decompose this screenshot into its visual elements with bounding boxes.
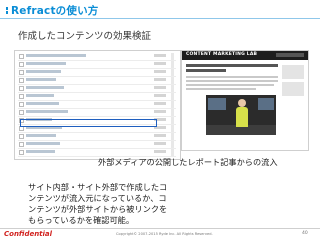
article-text-line	[186, 84, 274, 86]
table-row	[18, 141, 176, 149]
copyright-text: Copyright© 2007-2015 Ryde Inc. All Right…	[116, 232, 213, 236]
referral-table-screenshot	[14, 50, 181, 160]
article-text-line	[186, 80, 278, 82]
article-site-logo: CONTENT MARKETING LAB	[186, 52, 258, 57]
table-row	[18, 77, 176, 85]
article-text-line	[186, 76, 278, 78]
title-accent-icon	[6, 7, 8, 14]
article-header-bar: CONTENT MARKETING LAB	[182, 51, 308, 60]
article-sidebar-ad	[282, 65, 304, 79]
table-row	[18, 53, 176, 61]
table-row	[18, 85, 176, 93]
external-article-screenshot: CONTENT MARKETING LAB	[181, 50, 309, 151]
table-row	[18, 109, 176, 117]
table-row	[18, 133, 176, 141]
article-headline-line	[186, 64, 278, 67]
article-sidebar-ad	[282, 82, 304, 96]
footer-divider	[0, 228, 320, 229]
article-speaker-photo	[206, 95, 276, 135]
screenshot-caption: 外部メディアの公開したレポート記事からの流入	[98, 157, 278, 167]
slide-header: Refractの使い方	[6, 3, 98, 18]
page-number: 40	[302, 231, 308, 236]
article-text-line	[186, 88, 256, 90]
article-headline-line	[186, 69, 226, 72]
article-search-box	[276, 53, 304, 57]
table-row	[18, 93, 176, 101]
highlighted-referral-row	[20, 119, 157, 127]
description-text: サイト内部・サイト外部で作成したコンテンツが流入元になっているか、コンテンツが外…	[28, 182, 168, 225]
confidential-label: Confidential	[4, 230, 53, 238]
table-row	[18, 69, 176, 77]
section-subtitle: 作成したコンテンツの効果検証	[18, 31, 152, 42]
table-row	[18, 61, 176, 69]
table-row	[18, 101, 176, 109]
page-title: Refractの使い方	[11, 5, 99, 17]
header-divider	[0, 18, 320, 19]
